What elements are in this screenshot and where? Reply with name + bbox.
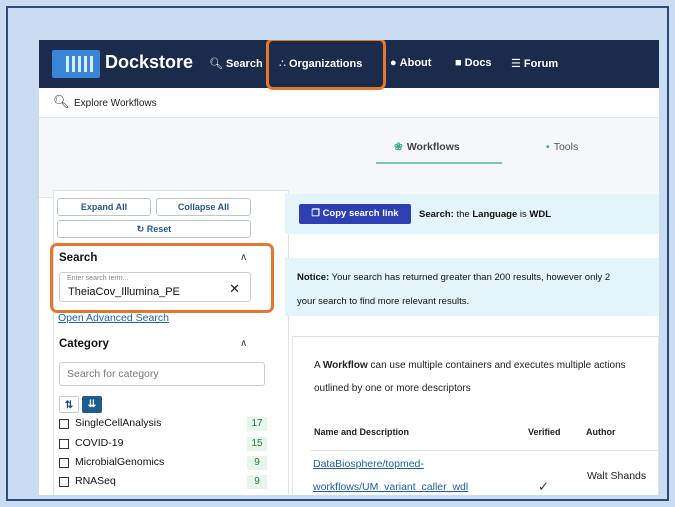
search-icon: 🔍︎	[53, 94, 70, 109]
workflow-description-line-1: A Workflow can use multiple containers a…	[314, 360, 626, 371]
tab-tools[interactable]: • Tools	[546, 141, 578, 153]
screenshot-frame: Dockstore 🔍︎ Search ∴ Organizations ● About…	[6, 6, 669, 501]
search-highlight	[50, 243, 274, 313]
chevron-up-icon[interactable]: ∧	[240, 338, 247, 349]
collapse-all-button[interactable]: Collapse All	[156, 198, 251, 216]
tool-icon: •	[546, 141, 550, 153]
category-item-label: SingleCellAnalysis	[75, 417, 162, 429]
nav-forum-label: Forum	[523, 58, 559, 70]
category-item[interactable]: COVID-19 15	[59, 437, 267, 451]
search-summary-field: Language	[472, 209, 518, 220]
results-notice: Notice: Your search has returned greater…	[285, 258, 659, 316]
search-summary: Search: the Language is WDL	[419, 209, 551, 220]
docs-icon: ■	[455, 57, 462, 69]
nav-about-label: About	[399, 57, 432, 69]
workflow-description-line-2: outlined by one or more descriptors	[314, 383, 471, 394]
advanced-search-link[interactable]: Open Advanced Search	[58, 312, 169, 324]
nav-search-label: Search	[225, 58, 263, 70]
expand-all-button[interactable]: Expand All	[57, 198, 151, 216]
category-item-label: RNASeq	[75, 475, 116, 487]
description-text: can use multiple containers and executes…	[367, 360, 626, 371]
tabs-band: ❀ Workflows • Tools	[39, 118, 659, 198]
table-divider	[311, 450, 659, 451]
notice-line-2: your search to find more relevant result…	[297, 296, 470, 307]
notice-line-1: Notice: Your search has returned greater…	[297, 272, 610, 283]
forum-icon: ☰	[511, 58, 521, 70]
category-search-input[interactable]: Search for category	[59, 362, 265, 386]
notice-text: Your search has returned greater than 20…	[329, 272, 611, 283]
verified-check-icon: ✓	[538, 479, 549, 494]
search-summary-prefix: Search:	[419, 209, 454, 220]
column-header-verified[interactable]: Verified	[528, 427, 561, 437]
category-item-label: MicrobialGenomics	[75, 456, 165, 468]
category-item-label: COVID-19	[75, 437, 124, 449]
dockstore-logo-icon[interactable]	[52, 50, 100, 78]
checkbox[interactable]	[59, 458, 69, 468]
checkbox[interactable]	[59, 439, 69, 449]
reset-icon: ↻	[136, 224, 145, 234]
copy-search-link-label: Copy search link	[322, 208, 399, 219]
results-card: A Workflow can use multiple containers a…	[292, 336, 659, 495]
workflow-icon: ❀	[394, 141, 403, 153]
reset-label: Reset	[146, 224, 172, 234]
category-item[interactable]: SingleCellAnalysis 17	[59, 417, 267, 431]
tab-workflows-label: Workflows	[406, 141, 460, 153]
category-item-count: 17	[247, 417, 267, 431]
sort-alpha-icon[interactable]: ⇅	[59, 396, 79, 413]
explore-bar: 🔍︎ Explore Workflows	[39, 88, 659, 118]
brand-name[interactable]: Dockstore	[105, 52, 193, 73]
workflow-link-line-1[interactable]: DataBiosphere/topmed-	[313, 458, 424, 470]
category-item[interactable]: MicrobialGenomics 9	[59, 456, 267, 470]
sort-count-icon[interactable]: ⇊	[82, 396, 102, 413]
copy-search-link-button[interactable]: ❐ Copy search link	[299, 204, 411, 224]
notice-label: Notice:	[297, 272, 330, 283]
category-item-count: 15	[247, 437, 267, 451]
nav-about[interactable]: ● About	[390, 57, 431, 69]
explore-title: Explore Workflows	[74, 98, 157, 109]
nav-search[interactable]: 🔍︎ Search	[209, 57, 263, 70]
nav-forum[interactable]: ☰ Forum	[511, 57, 558, 70]
category-item[interactable]: RNASeq 9	[59, 475, 267, 489]
category-item-count: 9	[247, 456, 267, 470]
active-tab-indicator	[376, 162, 502, 164]
reset-button[interactable]: ↻ Reset	[57, 220, 251, 238]
organizations-highlight	[266, 40, 386, 90]
search-link-panel: ❐ Copy search link Search: the Language …	[285, 194, 659, 234]
author-cell: Walt Shands	[587, 470, 647, 482]
category-item-count: 9	[247, 475, 267, 489]
search-summary-text: is	[517, 209, 530, 220]
column-header-author[interactable]: Author	[586, 427, 616, 437]
column-header-name[interactable]: Name and Description	[314, 427, 409, 437]
checkbox[interactable]	[59, 419, 69, 429]
description-text: A	[314, 360, 323, 371]
nav-docs-label: Docs	[464, 57, 492, 69]
browser-viewport: Dockstore 🔍︎ Search ∴ Organizations ● About…	[39, 40, 659, 495]
search-summary-text: the	[453, 209, 473, 220]
copy-icon: ❐	[311, 208, 320, 219]
workflow-link-line-2[interactable]: workflows/UM_variant_caller_wdl	[313, 481, 468, 493]
search-summary-value: WDL	[529, 209, 552, 220]
nav-docs[interactable]: ■ Docs	[455, 57, 492, 69]
checkbox[interactable]	[59, 477, 69, 487]
about-icon: ●	[390, 57, 397, 69]
search-icon: 🔍︎	[209, 58, 223, 70]
category-section-title: Category	[59, 338, 109, 350]
description-bold: Workflow	[322, 360, 368, 371]
tab-tools-label: Tools	[553, 141, 579, 153]
tab-workflows[interactable]: ❀ Workflows	[394, 141, 460, 153]
